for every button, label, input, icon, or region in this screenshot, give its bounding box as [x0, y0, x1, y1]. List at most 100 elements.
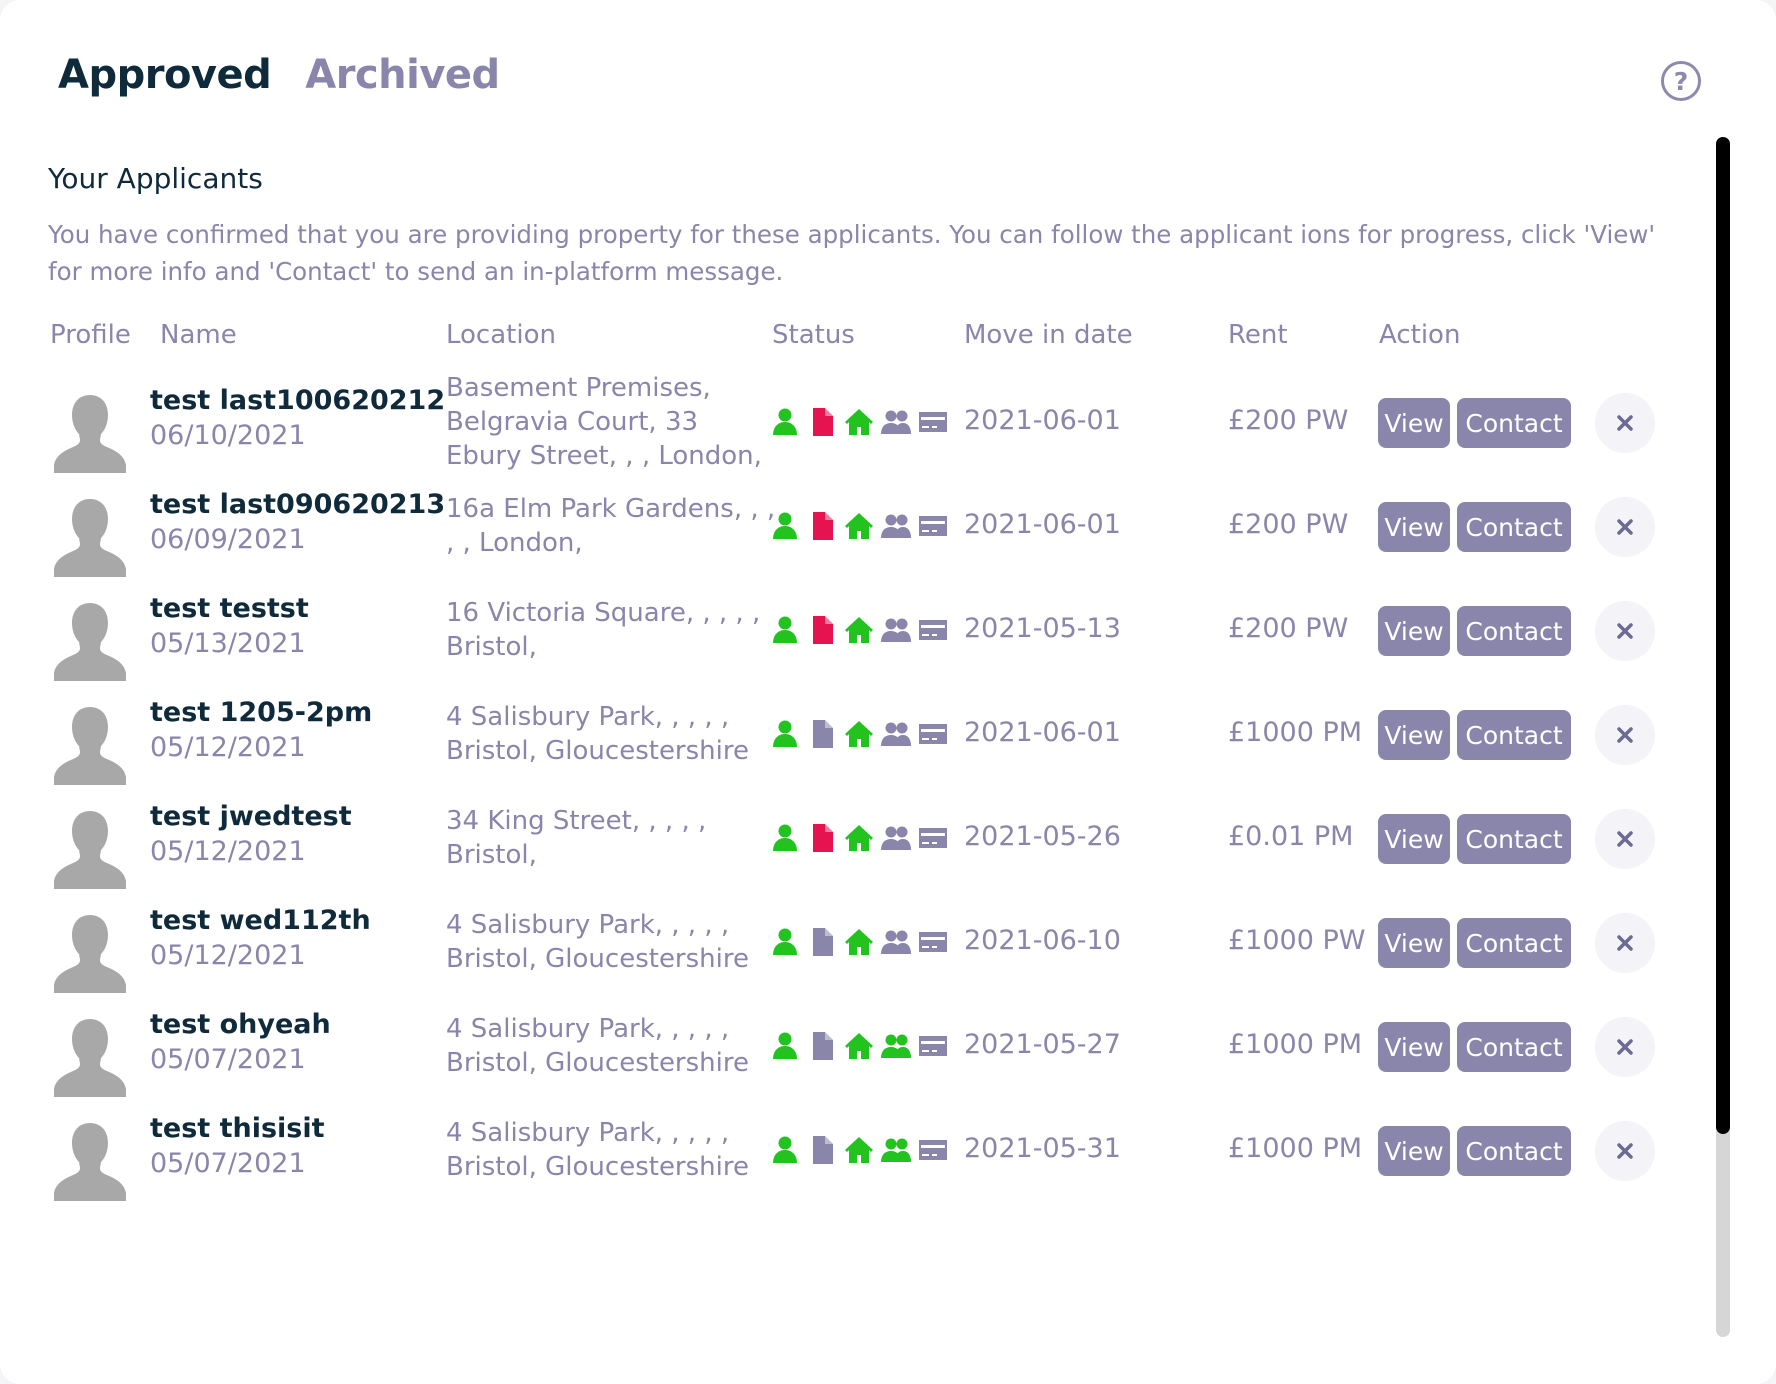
dismiss-button[interactable]: [1595, 1121, 1655, 1181]
house-icon: [845, 617, 873, 643]
contact-button[interactable]: Contact: [1457, 606, 1571, 656]
header-move-in-date: Move in date: [964, 320, 1133, 350]
card-icon: [919, 932, 947, 952]
avatar: [52, 1121, 128, 1201]
location-cell: 16a Elm Park Gardens, , , , , London,: [446, 494, 776, 558]
view-button[interactable]: View: [1378, 1126, 1450, 1176]
house-icon: [845, 721, 873, 747]
card-icon: [919, 1140, 947, 1160]
move-in-date: 2021-06-01: [964, 717, 1121, 748]
header-name: Name: [160, 320, 237, 350]
card-icon: [919, 412, 947, 432]
applicant-name: test thisisit: [150, 1113, 325, 1144]
help-icon[interactable]: ?: [1661, 61, 1701, 101]
dismiss-button[interactable]: [1595, 913, 1655, 973]
document-icon: [813, 512, 833, 540]
contact-button[interactable]: Contact: [1457, 398, 1571, 448]
house-icon: [845, 409, 873, 435]
close-icon: [1617, 1143, 1633, 1159]
status-icons: [770, 1135, 948, 1165]
table-row: test thisisit 05/07/2021 4 Salisbury Park,…: [0, 1093, 1705, 1211]
rent-value: £1000 PW: [1228, 925, 1366, 956]
avatar: [52, 393, 128, 473]
view-button[interactable]: View: [1378, 1022, 1450, 1072]
applicant-name: test last100620212: [150, 385, 446, 416]
avatar: [52, 497, 128, 577]
status-icons: [770, 719, 948, 749]
status-icons: [770, 511, 948, 541]
contact-button[interactable]: Contact: [1457, 918, 1571, 968]
person-icon: [773, 408, 797, 435]
dismiss-button[interactable]: [1595, 809, 1655, 869]
avatar: [52, 705, 128, 785]
header-action: Action: [1379, 320, 1461, 350]
view-button[interactable]: View: [1378, 814, 1450, 864]
dismiss-button[interactable]: [1595, 393, 1655, 453]
applicant-cell: test last090620213 06/09/2021: [150, 489, 445, 555]
person-icon: [773, 720, 797, 747]
applicant-cell: test thisisit 05/07/2021: [150, 1113, 420, 1179]
move-in-date: 2021-06-01: [964, 405, 1121, 436]
rent-value: £200 PW: [1228, 405, 1349, 436]
table-header: Profile Name Location Status Move in dat…: [0, 320, 1700, 360]
contact-button[interactable]: Contact: [1457, 1022, 1571, 1072]
table-row: test last090620213 06/09/2021 16a Elm Park…: [0, 469, 1705, 587]
house-icon: [845, 929, 873, 955]
applicant-cell: test jwedtest 05/12/2021: [150, 801, 420, 867]
tab-archived[interactable]: Archived: [305, 52, 500, 98]
avatar: [52, 601, 128, 681]
view-button[interactable]: View: [1378, 918, 1450, 968]
status-icons: [770, 823, 948, 853]
applicant-name: test jwedtest: [150, 801, 352, 832]
applicant-date: 05/13/2021: [150, 628, 306, 659]
tab-approved[interactable]: Approved: [58, 52, 272, 98]
close-icon: [1617, 415, 1633, 431]
view-button[interactable]: View: [1378, 606, 1450, 656]
dismiss-button[interactable]: [1595, 601, 1655, 661]
location-cell: 4 Salisbury Park, , , , , Bristol, Glouc…: [446, 910, 749, 974]
people-icon: [881, 930, 911, 954]
house-icon: [845, 1137, 873, 1163]
person-icon: [773, 512, 797, 539]
document-icon: [813, 1032, 833, 1060]
document-icon: [813, 1136, 833, 1164]
document-icon: [813, 408, 833, 436]
scrollbar-thumb[interactable]: [1716, 137, 1730, 1134]
dismiss-button[interactable]: [1595, 1017, 1655, 1077]
person-icon: [773, 824, 797, 851]
applicant-list[interactable]: test last100620212 06/10/2021 Basement Pre…: [0, 365, 1705, 1338]
dismiss-button[interactable]: [1595, 497, 1655, 557]
applicant-cell: test last100620212 06/10/2021: [150, 385, 446, 451]
view-button[interactable]: View: [1378, 398, 1450, 448]
contact-button[interactable]: Contact: [1457, 1126, 1571, 1176]
header-rent: Rent: [1228, 320, 1288, 350]
person-icon: [773, 928, 797, 955]
applicant-cell: test ohyeah 05/07/2021: [150, 1009, 420, 1075]
status-icons: [770, 407, 948, 437]
dismiss-button[interactable]: [1595, 705, 1655, 765]
applicant-date: 06/09/2021: [150, 524, 306, 555]
contact-button[interactable]: Contact: [1457, 814, 1571, 864]
contact-button[interactable]: Contact: [1457, 710, 1571, 760]
avatar: [52, 913, 128, 993]
move-in-date: 2021-05-26: [964, 821, 1121, 852]
people-icon: [881, 1034, 911, 1058]
table-row: test jwedtest 05/12/2021 34 King Street, ,…: [0, 781, 1705, 899]
person-icon: [773, 616, 797, 643]
house-icon: [845, 1033, 873, 1059]
rent-value: £1000 PM: [1228, 1029, 1363, 1060]
view-button[interactable]: View: [1378, 710, 1450, 760]
contact-button[interactable]: Contact: [1457, 502, 1571, 552]
person-icon: [773, 1136, 797, 1163]
rent-value: £200 PW: [1228, 613, 1349, 644]
applicant-date: 05/12/2021: [150, 836, 306, 867]
location-cell: 34 King Street, , , , , Bristol,: [446, 806, 707, 870]
section-description: You have confirmed that you are providin…: [48, 220, 1656, 286]
people-icon: [881, 618, 911, 642]
status-icons: [770, 927, 948, 957]
avatar: [52, 1017, 128, 1097]
view-button[interactable]: View: [1378, 502, 1450, 552]
applicant-date: 05/12/2021: [150, 732, 306, 763]
status-icons: [770, 615, 948, 645]
document-icon: [813, 928, 833, 956]
